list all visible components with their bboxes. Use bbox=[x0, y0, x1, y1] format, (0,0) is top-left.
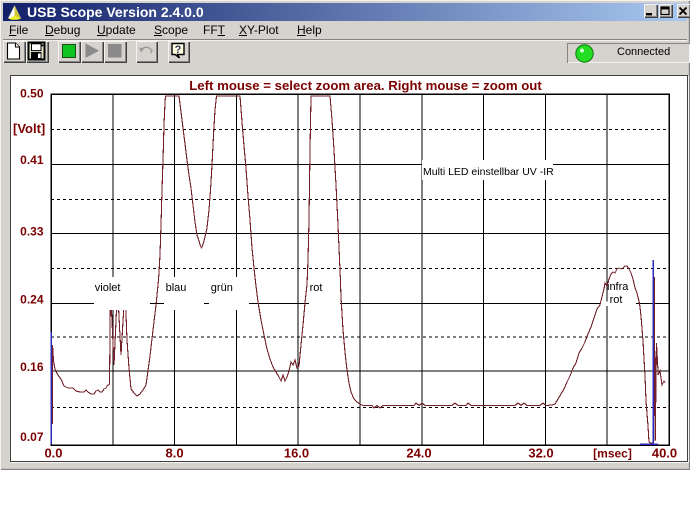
svg-text:rot: rot bbox=[310, 282, 323, 294]
svg-text:rot: rot bbox=[610, 294, 623, 306]
svg-text:blau: blau bbox=[166, 282, 187, 294]
svg-text:Left mouse = select zoom area.: Left mouse = select zoom area. Right mou… bbox=[189, 78, 542, 93]
svg-text:16.0: 16.0 bbox=[284, 446, 309, 461]
svg-text:0.33: 0.33 bbox=[20, 225, 44, 239]
svg-text:8.0: 8.0 bbox=[166, 446, 184, 461]
svg-text:?: ? bbox=[175, 44, 182, 56]
svg-text:0.16: 0.16 bbox=[20, 360, 44, 374]
svg-text:0.07: 0.07 bbox=[20, 430, 44, 444]
svg-text:grün: grün bbox=[211, 282, 233, 294]
svg-text:0.50: 0.50 bbox=[20, 87, 44, 101]
svg-text:0.41: 0.41 bbox=[20, 153, 44, 167]
svg-text:[Volt]: [Volt] bbox=[13, 121, 45, 136]
svg-text:violet: violet bbox=[95, 282, 121, 294]
svg-text:0.0: 0.0 bbox=[44, 446, 62, 461]
svg-text:[msec]: [msec] bbox=[593, 447, 632, 461]
svg-text:infra: infra bbox=[607, 281, 629, 293]
svg-text:32.0: 32.0 bbox=[528, 446, 553, 461]
svg-text:0.24: 0.24 bbox=[20, 293, 44, 307]
svg-text:40.0: 40.0 bbox=[652, 446, 677, 461]
svg-text:24.0: 24.0 bbox=[406, 446, 431, 461]
svg-text:Multi LED einstellbar UV -IR: Multi LED einstellbar UV -IR bbox=[423, 166, 554, 178]
